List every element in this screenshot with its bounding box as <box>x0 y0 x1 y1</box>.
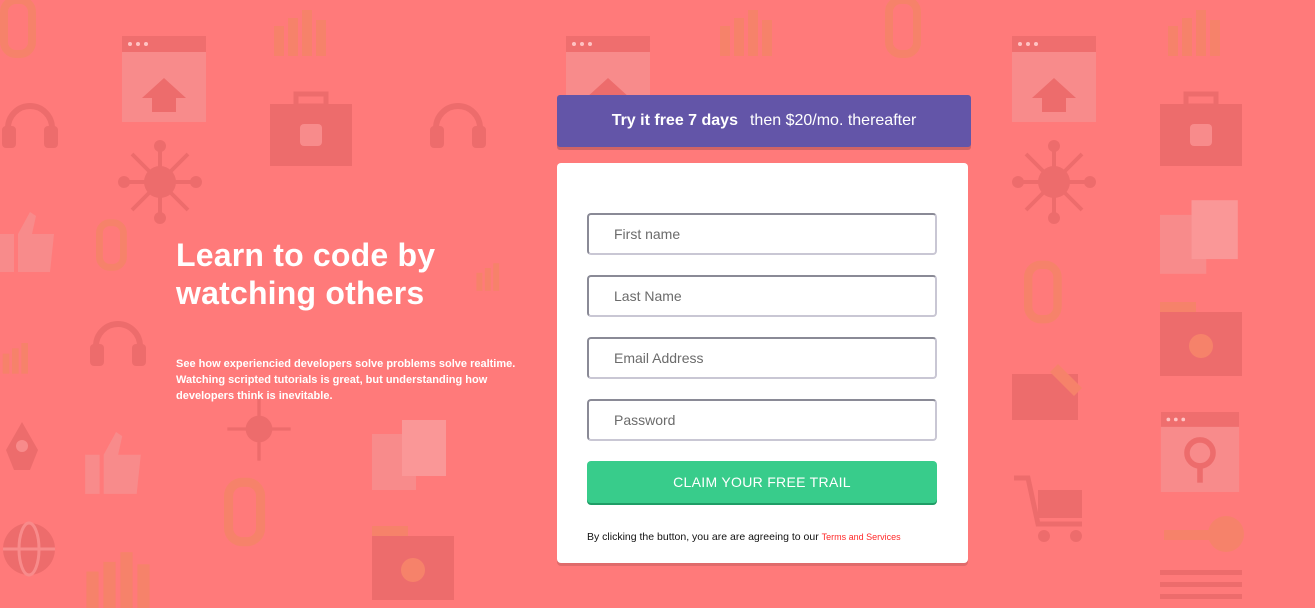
intro-section: Learn to code by watching others See how… <box>176 236 521 404</box>
signup-form: CLAIM YOUR FREE TRAIL By clicking the bu… <box>557 163 968 563</box>
headset-icon <box>2 103 58 148</box>
documents-icon <box>372 420 446 490</box>
chain-link-icon <box>885 0 921 58</box>
chain-link-icon <box>224 477 266 547</box>
folder-settings-icon <box>372 526 454 600</box>
bar-chart-icon <box>2 343 28 374</box>
bar-chart-icon <box>274 10 326 56</box>
terms-link[interactable]: Terms and Services <box>822 532 901 542</box>
first-name-input[interactable] <box>587 213 937 255</box>
cart-icon <box>1014 475 1082 542</box>
thumbs-up-icon <box>85 432 141 494</box>
bar-chart-icon <box>1168 10 1220 56</box>
browser-window-icon <box>122 36 206 122</box>
bar-chart-icon <box>86 552 150 608</box>
promo-pricing: then $20/mo. thereafter <box>749 112 917 129</box>
trial-promo-banner: Try it free 7 days then $20/mo. thereaft… <box>557 95 971 147</box>
intro-description: See how experiencied developers solve pr… <box>176 358 516 402</box>
headset-icon <box>90 321 146 366</box>
message-icon <box>1012 364 1082 420</box>
headset-icon <box>430 103 486 148</box>
chain-link-icon <box>1024 260 1062 324</box>
bar-chart-icon <box>720 10 772 56</box>
toolbox-icon <box>1160 91 1242 166</box>
chain-link-icon <box>0 0 36 58</box>
network-icon <box>227 397 291 461</box>
terms-notice: By clicking the button, you are are agre… <box>587 531 947 543</box>
lines-icon <box>1160 570 1242 599</box>
toolbox-icon <box>270 91 352 166</box>
claim-free-trial-button[interactable]: CLAIM YOUR FREE TRAIL <box>587 461 937 503</box>
password-input[interactable] <box>587 399 937 441</box>
browser-window-icon <box>1160 412 1240 492</box>
page-title: Learn to code by watching others <box>176 237 436 311</box>
chain-link-icon <box>96 219 127 271</box>
documents-icon <box>1160 200 1238 274</box>
email-input[interactable] <box>587 337 937 379</box>
terms-text: By clicking the button, you are are agre… <box>587 531 819 543</box>
rocket-icon <box>6 422 38 470</box>
last-name-input[interactable] <box>587 275 937 317</box>
key-icon <box>1164 516 1244 552</box>
thumbs-up-icon <box>0 212 54 272</box>
network-icon <box>1012 140 1096 224</box>
promo-highlight: Try it free 7 days <box>611 112 738 129</box>
browser-window-icon <box>1012 36 1096 122</box>
globe-icon <box>3 521 55 577</box>
folder-settings-icon <box>1160 302 1242 376</box>
